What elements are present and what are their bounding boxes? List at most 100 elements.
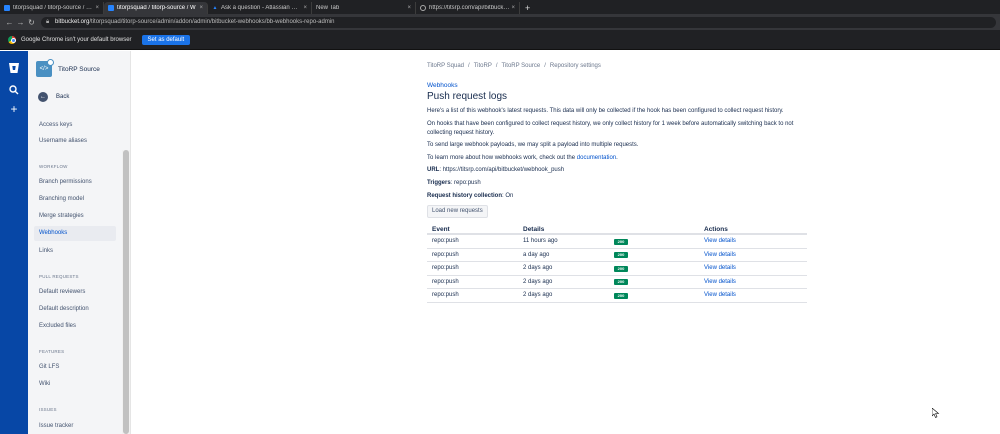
url-value: https://titsrp.com/api/bitbucket/webhook… — [442, 167, 565, 173]
sidebar-section-features: FEATURES — [39, 349, 65, 354]
breadcrumb-item[interactable]: Repository settings — [550, 63, 601, 69]
table-row: repo:push 11 hours ago 200 View details — [427, 235, 807, 249]
browser-tab-5[interactable]: https://titsrp.com/api/bitbucket/ × — [416, 2, 520, 14]
documentation-link[interactable]: documentation — [577, 155, 616, 161]
browser-toolbar: ← → ↻ 🔒︎ bitbucket.org/titorpsquad/titor… — [0, 14, 1000, 30]
view-details-link[interactable]: View details — [704, 249, 736, 262]
sidebar-item-default-reviewers[interactable]: Default reviewers — [34, 285, 116, 300]
tab-title: Ask a question - Atlassian Comm — [221, 5, 302, 11]
back-arrow-icon[interactable]: ← — [4, 18, 15, 27]
close-icon[interactable]: × — [95, 5, 99, 11]
url-row: URL: https://titsrp.com/api/bitbucket/we… — [427, 167, 565, 173]
sidebar-item-wiki[interactable]: Wiki — [34, 377, 116, 392]
breadcrumb-item[interactable]: TitoRP Squad — [427, 63, 464, 69]
reload-icon[interactable]: ↻ — [26, 18, 37, 27]
row-time: 2 days ago — [523, 265, 553, 271]
close-icon[interactable]: × — [199, 5, 203, 11]
row-time: 11 hours ago — [523, 238, 558, 244]
breadcrumb-item[interactable]: TitoRP — [474, 63, 492, 69]
globe-icon — [420, 5, 426, 11]
back-button[interactable]: ← Back — [38, 92, 69, 102]
triggers-value: repo:push — [454, 180, 481, 186]
repo-avatar: </> — [36, 59, 54, 77]
webhooks-back-link[interactable]: Webhooks — [427, 82, 458, 89]
history-value: On — [505, 193, 514, 199]
payload-paragraph: To send large webhook payloads, we may s… — [427, 142, 639, 148]
tab-title: titorpsquad / titorp-source / W — [117, 5, 196, 11]
period: . — [616, 155, 618, 161]
sidebar-item-branch-permissions[interactable]: Branch permissions — [34, 175, 116, 190]
table-row: repo:push 2 days ago 200 View details — [427, 262, 807, 276]
sidebar-item-excluded-files[interactable]: Excluded files — [34, 319, 116, 334]
status-badge: 200 — [614, 235, 628, 249]
table-row: repo:push 2 days ago 200 View details — [427, 289, 807, 303]
status-code: 200 — [614, 279, 628, 285]
set-default-button[interactable]: Set as default — [141, 34, 191, 45]
close-icon[interactable]: × — [407, 5, 411, 11]
load-new-requests-button[interactable]: Load new requests — [427, 205, 488, 218]
status-badge: 200 — [614, 249, 628, 263]
sidebar-item-access-keys[interactable]: Access keys — [34, 118, 116, 133]
status-badge: 200 — [614, 289, 628, 303]
view-details-link[interactable]: View details — [704, 235, 736, 248]
sidebar-item-issue-tracker[interactable]: Issue tracker — [34, 419, 116, 434]
forward-arrow-icon[interactable]: → — [15, 18, 26, 27]
repo-header[interactable]: </> TitoRP Source — [36, 59, 100, 77]
sidebar-section-pull-requests: PULL REQUESTS — [39, 274, 79, 279]
search-icon[interactable] — [7, 85, 21, 99]
sidebar-item-username-aliases[interactable]: Username aliases — [34, 134, 116, 149]
url-host: bitbucket.org — [55, 18, 90, 25]
sidebar-item-webhooks[interactable]: Webhooks — [34, 226, 116, 241]
row-event: repo:push — [432, 278, 459, 285]
address-bar[interactable]: 🔒︎ bitbucket.org/titorpsquad/titorp-sour… — [41, 16, 996, 28]
bitbucket-logo-icon[interactable] — [7, 62, 21, 76]
breadcrumb-item[interactable]: TitoRP Source — [502, 63, 541, 69]
close-icon[interactable]: × — [511, 5, 515, 11]
atlassian-favicon-icon: ▲ — [212, 5, 218, 11]
sidebar-item-default-description[interactable]: Default description — [34, 302, 116, 317]
browser-tab-4[interactable]: New Tab × — [312, 2, 416, 14]
tab-title: New Tab — [316, 5, 340, 11]
table-row: repo:push 2 days ago 200 View details — [427, 276, 807, 290]
sidebar-scrollbar-thumb[interactable] — [123, 150, 129, 434]
sidebar-item-links[interactable]: Links — [34, 244, 116, 259]
browser-tab-1[interactable]: titorpsquad / titorp-source / Web × — [0, 2, 104, 14]
row-event: repo:push — [432, 292, 459, 298]
sidebar-item-git-lfs[interactable]: Git LFS — [34, 360, 116, 375]
sidebar-item-branching-model[interactable]: Branching model — [34, 192, 116, 207]
close-icon[interactable]: × — [303, 5, 307, 11]
learn-more-text: To learn more about how webhooks work, c… — [427, 155, 576, 161]
triggers-row: Triggers: repo:push — [427, 180, 481, 186]
row-time: a day ago — [523, 251, 550, 258]
status-badge: 200 — [614, 276, 628, 290]
row-time: 2 days ago — [523, 278, 553, 285]
status-badge: 200 — [614, 262, 628, 276]
tab-title: https://titsrp.com/api/bitbucket/ — [429, 5, 510, 11]
view-details-link[interactable]: View details — [704, 276, 736, 289]
url-path: /titorpsquad/titorp-source/admin/addon/a… — [89, 18, 335, 25]
global-nav: + — [0, 51, 28, 434]
table-row: repo:push a day ago 200 View details — [427, 249, 807, 263]
requests-table: Event Details Actions repo:push 11 hours… — [427, 223, 807, 303]
sidebar-section-issues: ISSUES — [39, 407, 57, 412]
breadcrumb: TitoRP Squad / TitoRP / TitoRP Source / Reposi… — [427, 63, 601, 69]
browser-tab-2[interactable]: titorpsquad / titorp-source / W × — [104, 2, 208, 14]
triggers-label: Triggers — [427, 180, 451, 186]
plus-icon[interactable]: + — [7, 102, 21, 116]
url-label: URL — [427, 167, 440, 173]
status-code: 200 — [614, 292, 628, 299]
status-code: 200 — [614, 265, 628, 272]
view-details-link[interactable]: View details — [704, 262, 736, 275]
browser-tab-strip: titorpsquad / titorp-source / Web × tito… — [0, 0, 1000, 14]
sidebar-item-merge-strategies[interactable]: Merge strategies — [34, 209, 116, 224]
page-title: Push request logs — [427, 91, 508, 102]
chrome-logo-icon — [8, 35, 16, 44]
row-time: 2 days ago — [523, 292, 553, 298]
table-header: Event Details Actions — [427, 223, 807, 235]
status-code: 200 — [614, 252, 628, 258]
view-details-link[interactable]: View details — [704, 289, 736, 302]
repo-name: TitoRP Source — [58, 65, 100, 73]
repo-sidebar: </> TitoRP Source ← Back Access keys Use… — [28, 51, 131, 434]
browser-tab-3[interactable]: ▲ Ask a question - Atlassian Comm × — [208, 2, 312, 14]
new-tab-plus-icon[interactable]: + — [520, 2, 535, 14]
